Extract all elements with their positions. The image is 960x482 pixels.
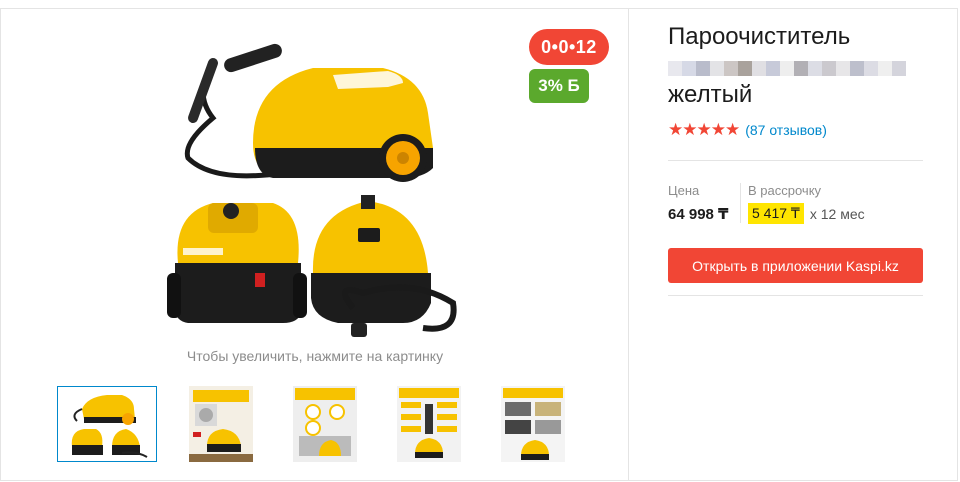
zoom-hint: Чтобы увеличить, нажмите на картинку (186, 348, 444, 364)
title-line-3: желтый (668, 81, 753, 108)
price-label: Цена (668, 183, 700, 198)
reviews-link[interactable]: (87 отзывов) (745, 122, 827, 138)
installment-amount: 5 417 ₸ (748, 203, 804, 224)
installment-badge: 0•0•12 (529, 29, 609, 65)
product-title: Пароочиститель желтый (668, 23, 928, 110)
divider-bottom (668, 295, 923, 296)
thumb-infographic-4[interactable] (483, 386, 583, 462)
panel-divider (628, 9, 629, 480)
thumb-product-photo[interactable] (57, 386, 157, 462)
title-line-1: Пароочиститель (668, 23, 851, 50)
price-block: Цена 64 998 ₸ (668, 183, 728, 223)
open-in-app-button[interactable]: Открыть в приложении Kaspi.kz (668, 248, 923, 283)
thumb-infographic-3[interactable] (379, 386, 479, 462)
installment-block: В рассрочку 5 417 ₸ х 12 мес (748, 183, 865, 224)
price-value: 64 998 ₸ (668, 206, 729, 223)
thumb-infographic-1[interactable] (171, 386, 271, 462)
title-blurred-line (668, 52, 928, 81)
price-separator (740, 183, 741, 223)
thumb-infographic-2[interactable] (275, 386, 375, 462)
installment-label: В рассрочку (748, 183, 822, 198)
main-product-image[interactable] (153, 23, 473, 343)
installment-term: х 12 мес (809, 205, 865, 222)
rating-stars: ★★★★★ (668, 120, 740, 139)
bonus-badge: 3% Б (529, 69, 589, 103)
product-card: 0•0•12 3% Б Чтобы увеличить, нажмите на … (0, 8, 958, 481)
divider-top (668, 160, 923, 161)
rating: ★★★★★ (87 отзывов) (668, 120, 827, 140)
